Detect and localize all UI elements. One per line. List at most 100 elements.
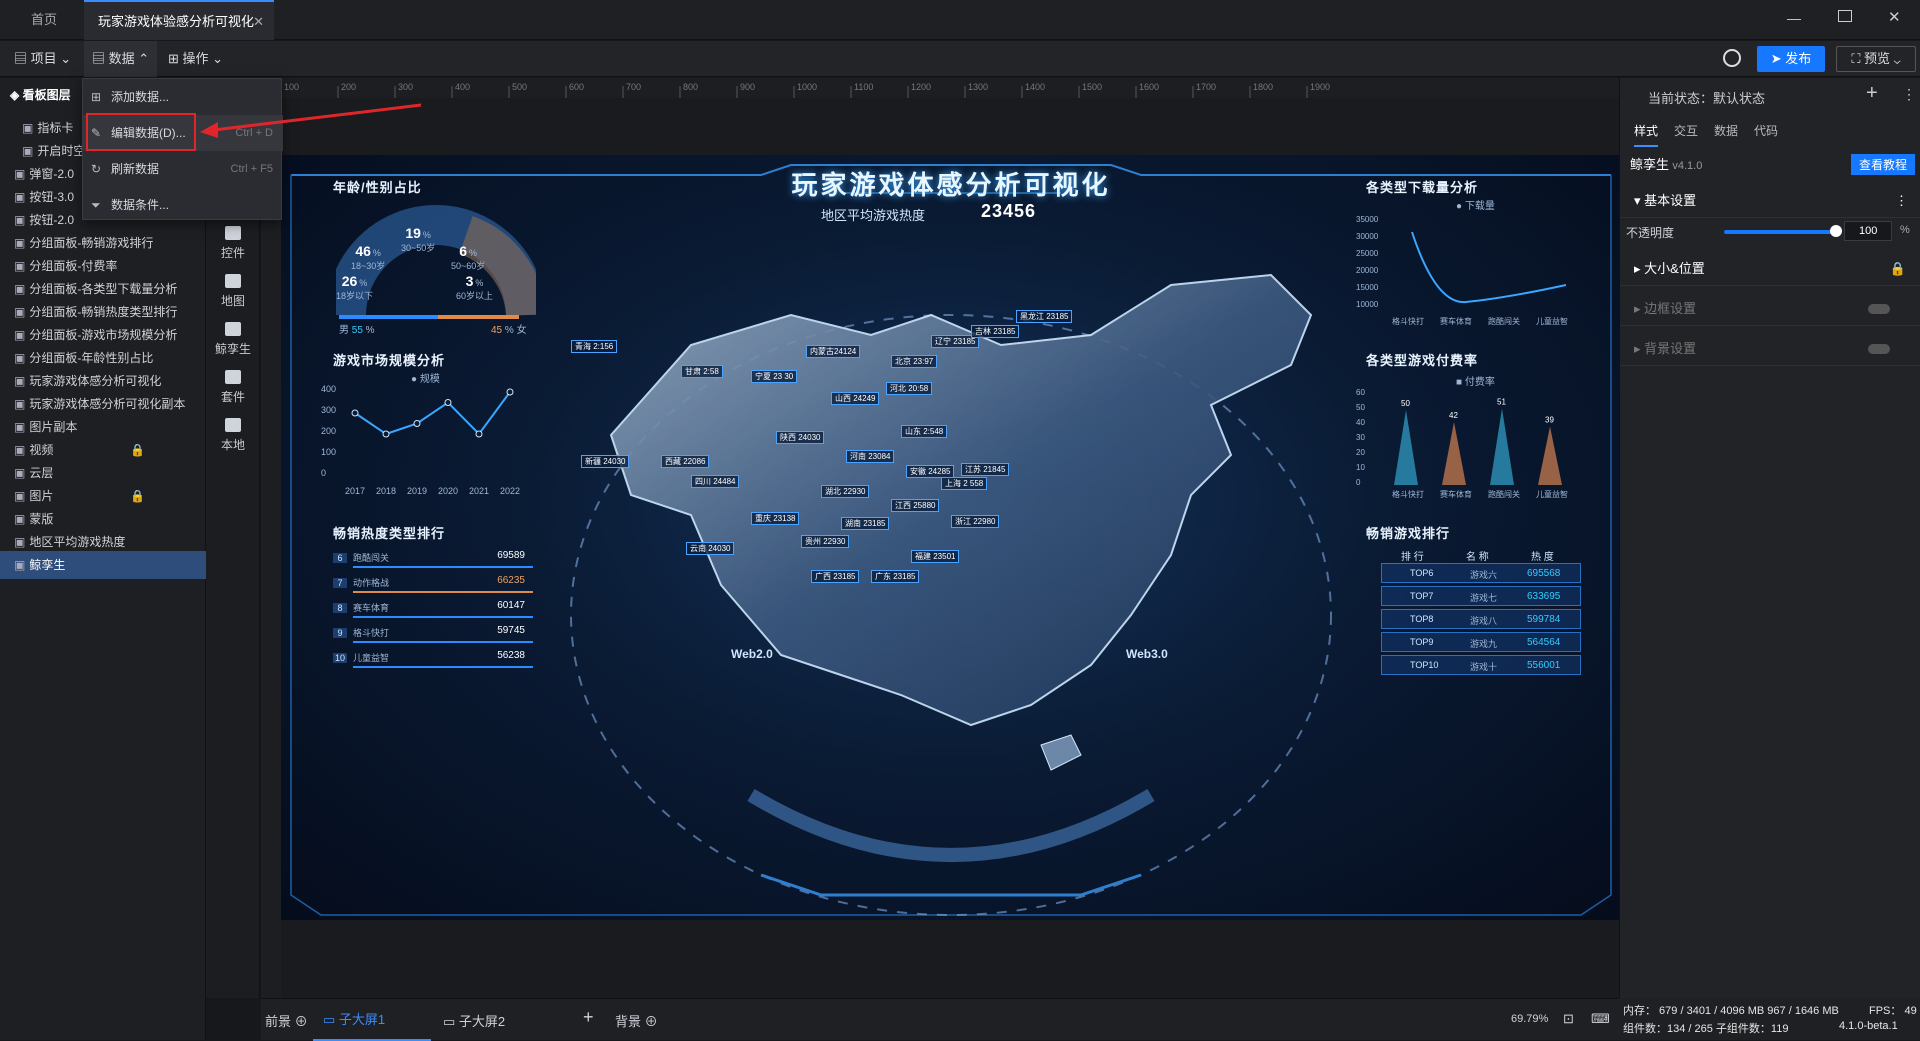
- map-label: 安徽 24285: [906, 465, 955, 478]
- ruler-label: 1400: [1025, 82, 1045, 92]
- map-label: 四川 24484: [691, 475, 740, 488]
- ruler-label: 600: [569, 82, 584, 92]
- hot-name: 儿童益智: [353, 653, 390, 663]
- map-label: 浙江 22980: [951, 515, 1000, 528]
- age-value: 26: [341, 273, 358, 289]
- opacity-slider-handle[interactable]: [1830, 225, 1842, 237]
- foreground-tab[interactable]: 前景 ⊕: [265, 1011, 308, 1030]
- bg-toggle[interactable]: [1868, 344, 1890, 354]
- rank-position: TOP8: [1410, 614, 1434, 624]
- section-basic-label: 基本设置: [1644, 193, 1697, 208]
- hot-value: 56238: [497, 650, 525, 661]
- market-point: [351, 409, 359, 417]
- market-xtick: 2017: [345, 486, 365, 496]
- keyboard-icon[interactable]: ⌨: [1591, 1011, 1610, 1027]
- age-stat: 46% 18~30岁: [351, 243, 385, 272]
- screen1-label: 子大屏1: [338, 1012, 386, 1027]
- layer-label: 按钮-3.0: [29, 190, 75, 204]
- layer-item[interactable]: ▣ 鲸孪生: [0, 551, 206, 579]
- menu-operate[interactable]: ⊞ 操作 ⌄: [168, 41, 223, 77]
- border-toggle[interactable]: [1868, 304, 1890, 314]
- rank-row: TOP8 游戏八 599784: [1381, 609, 1581, 629]
- opacity-unit: %: [1900, 224, 1910, 236]
- hot-value: 69589: [497, 550, 525, 561]
- add-screen-icon[interactable]: +: [583, 1007, 594, 1028]
- pay-ytick: 50: [1356, 403, 1365, 412]
- minimize-icon[interactable]: —: [1787, 10, 1801, 26]
- age-range: 30~50岁: [401, 243, 436, 253]
- search-icon[interactable]: [1723, 49, 1741, 67]
- maximize-icon[interactable]: [1838, 10, 1852, 22]
- tab-screen-2[interactable]: ▭ 子大屏2: [443, 1011, 505, 1030]
- map-label: 吉林 23185: [971, 325, 1020, 338]
- pay-xtick: 格斗快打: [1392, 489, 1424, 499]
- layer-label: 玩家游戏体感分析可视化: [29, 374, 162, 388]
- close-window-icon[interactable]: ✕: [1888, 8, 1901, 26]
- menu-data[interactable]: ▤ 数据 ⌃: [84, 41, 158, 77]
- zoom-level[interactable]: 69.79%: [1511, 1013, 1548, 1025]
- rank-header: 排 行: [1401, 552, 1424, 563]
- map-label: 山西 24249: [831, 392, 880, 405]
- tool-3[interactable]: 鲸孪生: [206, 322, 260, 357]
- tab-active-project[interactable]: 玩家游戏体验感分析可视化 ✕: [84, 0, 274, 40]
- tool-2[interactable]: 地图: [206, 274, 260, 309]
- map-label: 江西 25880: [891, 499, 940, 512]
- layer-label: 分组面板-付费率: [29, 259, 118, 273]
- market-ytick: 300: [321, 405, 336, 415]
- hot-bar: [353, 566, 533, 568]
- preview-button[interactable]: ⛶ 预览 ⌄: [1836, 46, 1916, 72]
- dropdown-item[interactable]: ↻ 刷新数据 Ctrl + F5: [83, 151, 283, 187]
- tool-label: 本地: [220, 438, 245, 452]
- rank-name: 游戏七: [1470, 593, 1498, 603]
- dashboard-screen[interactable]: 玩家游戏体感分析可视化 地区平均游戏热度 23456 新疆 24030 西藏 22…: [281, 155, 1621, 920]
- section-background[interactable]: ▸ 背景设置: [1620, 332, 1920, 366]
- more-vertical-icon[interactable]: ⋮: [1902, 86, 1916, 103]
- publish-label: 发布: [1785, 51, 1812, 66]
- tab-3[interactable]: 代码: [1754, 122, 1778, 139]
- avg-heat-label: 地区平均游戏热度: [821, 208, 926, 223]
- pay-bar: [1538, 426, 1562, 485]
- market-line-chart: 400 300 200 100 0 2017 2018 2019 2020 2021 2022: [321, 384, 520, 496]
- tool-1[interactable]: 控件: [206, 226, 260, 261]
- chevron-up-icon: ⌃: [138, 51, 150, 66]
- section-size-position[interactable]: ▸ 大小&位置 🔒: [1620, 252, 1920, 286]
- layer-label: 按钮-2.0: [29, 213, 75, 227]
- publish-button[interactable]: ➤ 发布: [1757, 46, 1825, 72]
- ruler-label: 1600: [1139, 82, 1159, 92]
- tool-icon: [225, 274, 241, 288]
- hot-bar: [353, 616, 533, 618]
- tab-screen-1[interactable]: ▭ 子大屏1: [313, 999, 431, 1041]
- fit-screen-icon[interactable]: ⊡: [1563, 1011, 1574, 1027]
- market-point: [506, 388, 514, 396]
- hot-name: 跑酷闯关: [353, 553, 390, 563]
- tab-2[interactable]: 数据: [1714, 122, 1738, 139]
- age-percent: %: [372, 248, 381, 258]
- dropdown-item[interactable]: ⏷ 数据条件...: [83, 187, 283, 223]
- tab-1[interactable]: 交互: [1674, 122, 1698, 139]
- opacity-input[interactable]: 100: [1844, 221, 1892, 241]
- layer-label: 分组面板-畅销游戏排行: [29, 236, 154, 250]
- section-bg-label: 背景设置: [1644, 341, 1697, 356]
- tab-0[interactable]: 样式: [1634, 122, 1659, 147]
- pay-ytick: 0: [1356, 478, 1361, 487]
- background-tab[interactable]: 背景 ⊕: [615, 1011, 658, 1030]
- section-border[interactable]: ▸ 边框设置: [1620, 292, 1920, 326]
- map-label: 河南 23084: [846, 450, 895, 463]
- add-state-icon[interactable]: +: [1866, 82, 1878, 105]
- section-basic[interactable]: ▾ 基本设置 ⋮: [1620, 184, 1920, 218]
- hot-row: 8 赛车体育 60147: [333, 600, 533, 622]
- tutorial-button[interactable]: 查看教程: [1850, 154, 1915, 175]
- layer-icon: ▣: [14, 259, 26, 273]
- download-xtick: 格斗快打: [1392, 316, 1424, 326]
- tool-4[interactable]: 套件: [206, 370, 260, 405]
- lock-icon[interactable]: 🔒: [1890, 252, 1906, 286]
- tool-5[interactable]: 本地: [206, 418, 260, 453]
- panel-title-age: 年龄/性别占比: [333, 180, 422, 195]
- close-tab-icon[interactable]: ✕: [253, 2, 264, 42]
- more-icon[interactable]: ⋮: [1895, 184, 1908, 218]
- opacity-slider[interactable]: [1724, 230, 1836, 234]
- male-label: 男 55 %: [339, 325, 375, 336]
- version-status: 4.1.0-beta.1: [1839, 1020, 1898, 1032]
- tab-home[interactable]: 首页: [14, 0, 74, 40]
- menu-project[interactable]: ▤ 项目 ⌄: [14, 41, 71, 77]
